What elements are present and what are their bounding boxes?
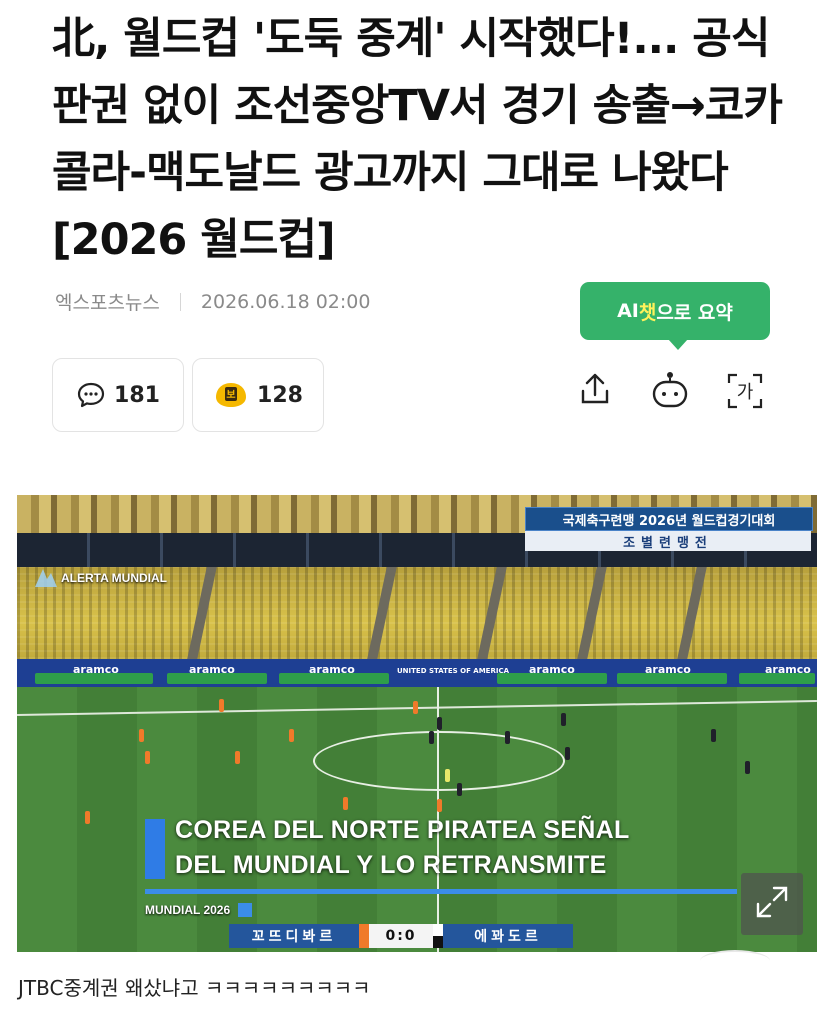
ad-board-text: aramco: [309, 663, 355, 676]
alerta-mundial-logo: ALERTA MUNDIAL: [33, 565, 167, 591]
team-left-name: 꼬뜨디봐르: [229, 924, 359, 948]
share-button[interactable]: [572, 368, 618, 414]
ad-board-text: UNITED STATES OF AMERICA: [397, 667, 510, 675]
ai-summary-prefix: AI: [617, 300, 639, 322]
ad-board-text: aramco: [645, 663, 691, 676]
ad-board-text: aramco: [765, 663, 811, 676]
headline-accent-bar: [145, 819, 165, 879]
broadcast-headline-line2: DEL MUNDIAL Y LO RETRANSMITE: [175, 851, 607, 879]
kctv-subtitle-banner: 조별련맹전: [525, 531, 811, 551]
expand-icon: [754, 884, 790, 924]
ai-summary-button[interactable]: AI 챗 으로 요약: [580, 282, 770, 350]
ai-summary-suffix: 으로 요약: [656, 301, 733, 324]
article-photo[interactable]: aramco aramco aramco UNITED STATES OF AM…: [17, 495, 817, 952]
comments-count: 181: [114, 382, 160, 408]
kctv-title-banner: 국제축구련맹 2026년 월드컵경기대회: [525, 507, 813, 531]
alerta-logo-icon: [33, 565, 59, 591]
ai-summary-accent: 챗: [638, 301, 657, 324]
bot-icon: [649, 369, 691, 413]
font-size-button[interactable]: 가: [722, 368, 768, 414]
share-icon: [578, 371, 612, 411]
ad-board-text: aramco: [189, 663, 235, 676]
user-caption: JTBC중계권 왜샀냐고 ㅋㅋㅋㅋㅋㅋㅋㅋㅋ: [18, 976, 371, 1000]
emoji-reaction-icon: 보: [213, 379, 249, 411]
font-size-label: 가: [736, 382, 754, 403]
alerta-label: ALERTA MUNDIAL: [61, 571, 167, 585]
article-source[interactable]: 엑스포츠뉴스: [55, 288, 160, 315]
scroll-indicator: [700, 950, 770, 972]
ai-bot-button[interactable]: [647, 368, 693, 414]
advertising-boards: aramco aramco aramco UNITED STATES OF AM…: [17, 659, 817, 687]
expand-image-button[interactable]: [741, 873, 803, 935]
bubble-tail: [668, 339, 688, 350]
team-right-color: [433, 924, 443, 948]
article-meta: 엑스포츠뉴스 2026.06.18 02:00: [55, 288, 370, 315]
mundial-tag: MUNDIAL 2026: [145, 903, 253, 917]
article-headline: 北, 월드컵 '도둑 중계' 시작했다!... 공식 판권 없이 조선중앙TV서…: [52, 14, 783, 265]
article-timestamp: 2026.06.18 02:00: [200, 290, 371, 313]
ad-board-text: aramco: [73, 663, 119, 676]
score-value: 0:0: [369, 924, 433, 948]
ad-board-text: aramco: [529, 663, 575, 676]
scoreboard: 꼬뜨디봐르 0:0 에꽈도르: [229, 924, 573, 948]
comments-button[interactable]: 181: [52, 358, 184, 432]
broadcast-headline: COREA DEL NORTE PIRATEA SEÑAL DEL MUNDIA…: [175, 813, 630, 883]
comment-icon: [76, 381, 106, 409]
headline-underline: [145, 889, 737, 894]
team-right-name: 에꽈도르: [443, 924, 573, 948]
reaction-button[interactable]: 보 128: [192, 358, 324, 432]
broadcast-headline-line1: COREA DEL NORTE PIRATEA SEÑAL: [175, 816, 630, 844]
font-size-icon: 가: [725, 371, 765, 411]
mundial-tag-label: MUNDIAL 2026: [145, 903, 231, 917]
svg-text:보: 보: [226, 389, 235, 401]
team-left-color: [359, 924, 369, 948]
like-count: 128: [257, 382, 303, 408]
meta-divider: [179, 292, 181, 311]
